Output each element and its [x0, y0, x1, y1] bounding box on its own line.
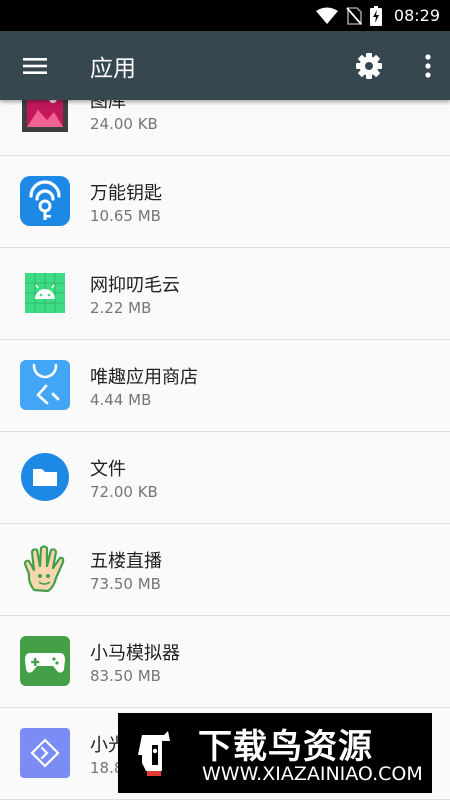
watermark-title: 下载鸟资源	[198, 727, 373, 767]
watermark-banner: 下载鸟资源 WWW.XIAZAINIAO.COM	[118, 713, 432, 793]
gamepad-icon	[20, 636, 70, 686]
app-name: 网抑叨毛云	[90, 275, 180, 296]
menu-icon[interactable]	[18, 51, 52, 81]
bird-logo-icon	[138, 731, 170, 776]
wifi-key-icon	[20, 176, 70, 226]
no-sim-icon	[346, 6, 362, 25]
app-list: 图库 24.00 KB 万能钥匙 10.65 MB 网抑叨毛云 2.22 MB …	[0, 64, 450, 800]
app-name: 万能钥匙	[90, 183, 162, 204]
android-icon	[25, 273, 65, 313]
app-name: 小马模拟器	[90, 643, 180, 664]
folder-icon	[21, 453, 69, 501]
store-bag-icon	[20, 360, 70, 410]
app-size: 24.00 KB	[90, 115, 158, 133]
app-bar: 应用	[0, 31, 450, 100]
app-size: 83.50 MB	[90, 667, 161, 685]
diamond-icon	[20, 728, 70, 778]
status-bar: 08:29	[0, 0, 450, 31]
status-icons: 08:29	[315, 0, 440, 31]
app-size: 10.65 MB	[90, 207, 161, 225]
app-name: 唯趣应用商店	[90, 367, 198, 388]
app-list-item[interactable]: 文件 72.00 KB	[0, 432, 450, 524]
gear-icon[interactable]	[354, 51, 384, 81]
watermark-url: WWW.XIAZAINIAO.COM	[202, 763, 423, 785]
app-name: 五楼直播	[90, 551, 162, 572]
hand-icon	[23, 545, 65, 593]
page-title: 应用	[90, 56, 136, 82]
app-size: 4.44 MB	[90, 391, 152, 409]
app-list-item[interactable]: 小马模拟器 83.50 MB	[0, 616, 450, 708]
app-list-item[interactable]: 万能钥匙 10.65 MB	[0, 156, 450, 248]
more-vert-icon[interactable]	[422, 51, 434, 81]
status-time: 08:29	[393, 6, 440, 25]
app-size: 73.50 MB	[90, 575, 161, 593]
app-size: 72.00 KB	[90, 483, 158, 501]
app-list-item[interactable]: 五楼直播 73.50 MB	[0, 524, 450, 616]
app-name: 文件	[90, 459, 126, 480]
wifi-icon	[315, 7, 338, 24]
app-list-item[interactable]: 唯趣应用商店 4.44 MB	[0, 340, 450, 432]
app-list-item[interactable]: 网抑叨毛云 2.22 MB	[0, 248, 450, 340]
battery-charging-icon	[369, 5, 382, 26]
app-size: 2.22 MB	[90, 299, 152, 317]
